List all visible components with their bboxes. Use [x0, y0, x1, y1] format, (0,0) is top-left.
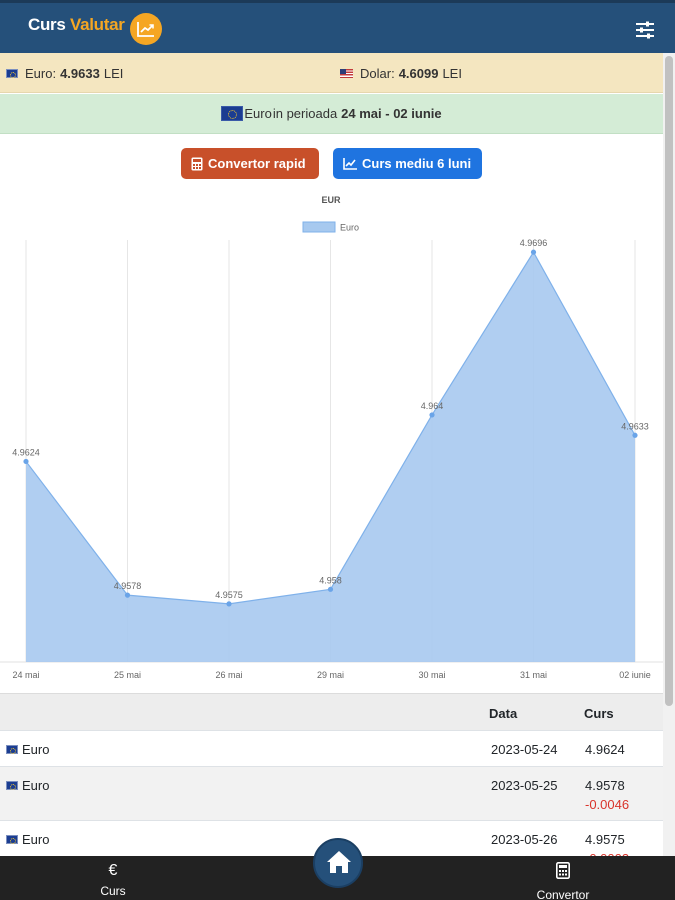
data-point — [327, 586, 334, 592]
calculator-icon — [191, 157, 203, 170]
row-value: 4.9578 — [585, 778, 625, 793]
trending-chart-icon — [130, 13, 162, 45]
row-date: 2023-05-26 — [491, 832, 558, 847]
data-label: 4.9696 — [520, 238, 548, 248]
data-point — [124, 592, 131, 598]
app-title-part1: Curs — [28, 15, 66, 34]
data-point — [226, 601, 232, 607]
data-point — [530, 249, 537, 255]
x-tick-label: 29 mai — [317, 670, 344, 680]
period-range: 24 mai - 02 iunie — [341, 106, 442, 121]
row-value: 4.9624 — [585, 742, 625, 757]
data-label: 4.9578 — [114, 581, 142, 591]
row-currency: Euro — [6, 742, 49, 757]
x-tick-label: 30 mai — [418, 670, 445, 680]
rate-chart: 4.9624 4.9578 4.9575 4.958 4.964 4.9696 4.9633… — [0, 195, 663, 680]
x-tick-label: 02 iunie — [619, 670, 651, 680]
row-value: 4.9575 — [585, 832, 625, 847]
x-tick-label: 26 mai — [215, 670, 242, 680]
x-tick-label: 31 mai — [520, 670, 547, 680]
chart-title: EUR — [321, 195, 341, 205]
dollar-rate-value: 4.6099 — [398, 66, 439, 81]
data-label: 4.958 — [319, 575, 342, 585]
nav-curs[interactable]: € Curs — [78, 856, 148, 900]
eu-flag-icon — [6, 781, 18, 790]
euro-rate-currency: LEI — [103, 66, 124, 81]
data-point — [632, 432, 638, 438]
app-title-part2: Valutar — [69, 15, 125, 34]
data-label: 4.964 — [421, 401, 444, 411]
calculator-icon — [525, 862, 601, 884]
eu-flag-icon — [6, 835, 18, 844]
dollar-rate: Dolar: 4.6099 LEI — [340, 66, 462, 81]
euro-icon: € — [108, 862, 118, 879]
data-label: 4.9633 — [621, 421, 649, 431]
legend-label: Euro — [340, 223, 359, 233]
row-currency: Euro — [6, 832, 49, 847]
row-diff: -0.0046 — [585, 797, 630, 812]
euro-rate-value: 4.9633 — [60, 66, 100, 81]
period-currency: Euro — [244, 106, 272, 121]
period-text: in perioada — [272, 106, 338, 121]
nav-curs-label: Curs — [100, 884, 126, 898]
period-banner: Euro in perioada 24 mai - 02 iunie — [0, 94, 663, 134]
row-currency: Euro — [6, 778, 49, 793]
eu-flag-icon — [221, 106, 244, 121]
eu-flag-icon — [6, 745, 18, 754]
column-header-date: Data — [489, 706, 518, 721]
euro-rate: Euro: 4.9633 LEI — [6, 66, 123, 81]
line-chart-icon — [343, 157, 357, 170]
us-flag-icon — [340, 69, 353, 78]
column-header-curs: Curs — [584, 706, 614, 721]
table-row: Euro 2023-05-24 4.9624 — [0, 730, 663, 766]
row-date: 2023-05-25 — [491, 778, 558, 793]
chart-legend: Euro — [302, 221, 359, 233]
row-currency-name: Euro — [22, 778, 50, 793]
data-label: 4.9575 — [215, 590, 243, 600]
row-currency-name: Euro — [22, 742, 50, 757]
nav-convertor-label: Convertor — [536, 888, 590, 900]
average-rate-button[interactable]: Curs mediu 6 luni — [333, 148, 482, 179]
average-rate-label: Curs mediu 6 luni — [362, 156, 472, 171]
quick-converter-button[interactable]: Convertor rapid — [181, 148, 319, 179]
scrollbar-thumb[interactable] — [665, 56, 673, 706]
nav-convertor[interactable]: Convertor — [525, 856, 601, 900]
legend-swatch — [302, 221, 336, 233]
top-bar: Curs Valutar — [0, 0, 675, 53]
quick-converter-label: Convertor rapid — [208, 156, 306, 171]
table-header: Data Curs — [0, 693, 663, 730]
row-date: 2023-05-24 — [491, 742, 558, 757]
rates-bar: Euro: 4.9633 LEI Dolar: 4.6099 LEI — [0, 53, 663, 93]
row-currency-name: Euro — [22, 832, 50, 847]
home-button[interactable] — [313, 838, 363, 888]
data-point — [23, 458, 29, 465]
table-row: Euro 2023-05-25 4.9578 -0.0046 — [0, 766, 663, 820]
filter-settings-icon[interactable] — [634, 19, 656, 41]
eu-flag-icon — [6, 69, 18, 78]
data-point — [429, 412, 435, 418]
dollar-rate-label: Dolar: — [360, 66, 395, 81]
x-tick-label: 25 mai — [114, 670, 141, 680]
app-title[interactable]: Curs Valutar — [28, 15, 125, 35]
x-tick-label: 24 mai — [12, 670, 39, 680]
dollar-rate-currency: LEI — [442, 66, 462, 81]
data-label: 4.9624 — [12, 447, 40, 457]
app-screen: Curs Valutar Euro: 4.9633 LEI Dolar: 4.6… — [0, 0, 675, 900]
euro-rate-label: Euro: — [25, 66, 57, 81]
home-icon — [327, 851, 351, 873]
